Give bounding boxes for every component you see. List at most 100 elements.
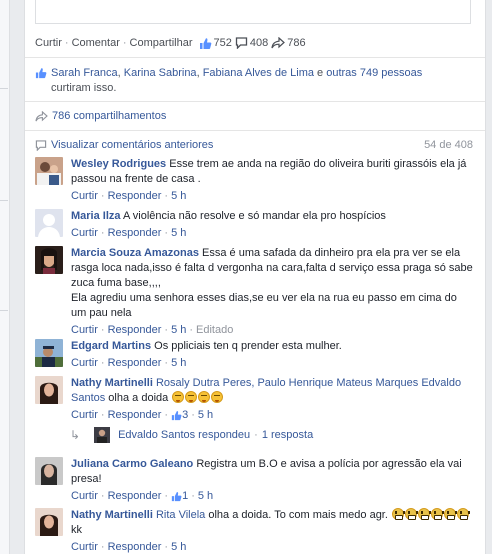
comment-timestamp[interactable]: 5 h: [171, 226, 186, 241]
sidebar-divider: [0, 88, 8, 89]
replies-count-link[interactable]: 1 resposta: [262, 429, 313, 441]
comment-like-count[interactable]: 3: [171, 408, 188, 423]
thumbs-up-icon: [171, 411, 182, 421]
comment-button[interactable]: Comentar: [72, 37, 120, 49]
thumbs-up-icon[interactable]: [199, 37, 212, 50]
comment-like-count[interactable]: 1: [171, 489, 188, 504]
fearful-emoji: [417, 508, 431, 520]
reply-arrow-icon: ↳: [70, 428, 81, 442]
divider: [25, 101, 485, 102]
avatar[interactable]: [35, 339, 63, 367]
sidebar-divider: [0, 200, 8, 201]
fearful-emoji: [443, 508, 457, 520]
comment-timestamp[interactable]: 5 h: [171, 189, 186, 204]
post-content-bottom: [35, 0, 471, 24]
separator-dot: ·: [164, 190, 169, 202]
fearful-emoji: [391, 508, 405, 520]
liker-name[interactable]: Sarah Franca: [51, 67, 118, 79]
speech-bubble-icon[interactable]: [235, 37, 248, 49]
comment: Edgard Martins Os ppliciais ten q prende…: [35, 339, 475, 371]
separator: e: [313, 67, 327, 79]
like-button[interactable]: Curtir: [35, 37, 62, 49]
comment-timestamp[interactable]: 5 h: [198, 408, 213, 423]
share-arrow-icon[interactable]: [271, 37, 286, 49]
laughing-emoji: [185, 391, 198, 403]
fearful-emoji: [456, 508, 470, 520]
comment-count[interactable]: 408: [250, 37, 268, 49]
thumbs-up-icon: [171, 492, 182, 502]
previous-comments-bar: Visualizar comentários anteriores 54 de …: [35, 139, 473, 151]
view-previous-comments-link[interactable]: Visualizar comentários anteriores: [51, 139, 213, 151]
avatar[interactable]: [35, 457, 63, 485]
separator-dot: ·: [164, 541, 169, 553]
comment-reply-button[interactable]: Responder: [108, 356, 162, 371]
share-button[interactable]: Compartilhar: [130, 37, 193, 49]
comment-reply-button[interactable]: Responder: [108, 226, 162, 241]
comment-like-button[interactable]: Curtir: [71, 540, 98, 554]
others-link[interactable]: outras 749 pessoas: [326, 67, 422, 79]
comment-like-number: 1: [182, 490, 189, 502]
comment: Wesley Rodrigues Esse trem ae anda na re…: [35, 157, 475, 204]
comment-reply-button[interactable]: Responder: [108, 489, 162, 504]
share-arrow-icon: [35, 110, 48, 122]
separator-dot: ·: [100, 357, 105, 369]
laughing-emoji: [198, 391, 211, 403]
comment-reply-button[interactable]: Responder: [108, 323, 162, 338]
thumbs-up-icon: [35, 67, 47, 84]
comment-author[interactable]: Wesley Rodrigues: [71, 158, 166, 170]
likes-suffix: curtiram isso.: [51, 82, 117, 94]
avatar[interactable]: [35, 376, 63, 404]
comment-timestamp[interactable]: 5 h: [171, 356, 186, 371]
replies-summary[interactable]: ↳ Edvaldo Santos respondeu · 1 resposta: [70, 427, 313, 443]
comment-author[interactable]: Maria Ilza: [71, 210, 121, 222]
avatar[interactable]: [35, 157, 63, 185]
comment-like-number: 3: [182, 409, 189, 421]
post-action-bar: Curtir · Comentar · Compartilhar 752 408…: [35, 36, 309, 50]
shares-link[interactable]: 786 compartilhamentos: [35, 110, 166, 122]
comment: Marcia Souza Amazonas Essa é uma safada …: [35, 246, 475, 338]
liker-name[interactable]: Karina Sabrina: [124, 67, 197, 79]
comment-reply-button[interactable]: Responder: [108, 189, 162, 204]
comment-timestamp[interactable]: 5 h: [198, 489, 213, 504]
comment-timestamp[interactable]: 5 h: [171, 540, 186, 554]
comment-like-button[interactable]: Curtir: [71, 226, 98, 241]
comment-author[interactable]: Juliana Carmo Galeano: [71, 458, 193, 470]
shares-label[interactable]: 786 compartilhamentos: [52, 110, 166, 122]
avatar[interactable]: [35, 246, 63, 274]
comment-like-button[interactable]: Curtir: [71, 489, 98, 504]
comment-like-button[interactable]: Curtir: [71, 356, 98, 371]
comment-reply-button[interactable]: Responder: [108, 540, 162, 554]
separator-dot: ·: [100, 227, 105, 239]
separator-dot: ·: [189, 324, 194, 336]
fearful-emoji: [430, 508, 444, 520]
comment-author[interactable]: Nathy Martinelli: [71, 509, 153, 521]
comment-like-button[interactable]: Curtir: [71, 189, 98, 204]
comment-author[interactable]: Nathy Martinelli: [71, 377, 153, 389]
avatar[interactable]: [35, 508, 63, 536]
replier-name[interactable]: Edvaldo Santos respondeu: [118, 429, 250, 441]
comment-text: Os ppliciais ten q prender esta mulher.: [154, 340, 342, 352]
comment-text: olha a doida: [105, 392, 172, 404]
divider: [25, 130, 485, 131]
separator-dot: ·: [191, 490, 195, 502]
laughing-emoji: [172, 391, 185, 403]
sidebar-divider: [0, 310, 8, 311]
avatar: [94, 427, 111, 443]
comment-timestamp[interactable]: 5 h: [171, 323, 186, 338]
comment-author[interactable]: Marcia Souza Amazonas: [71, 247, 199, 259]
comment-like-button[interactable]: Curtir: [71, 408, 98, 423]
avatar[interactable]: [35, 209, 63, 237]
comment-like-button[interactable]: Curtir: [71, 323, 98, 338]
comment-reply-button[interactable]: Responder: [108, 408, 162, 423]
separator-dot: ·: [164, 409, 169, 421]
separator-dot: ·: [100, 324, 105, 336]
tagged-users[interactable]: Rita Vilela: [156, 509, 205, 521]
separator-dot: ·: [164, 490, 169, 502]
comment: Nathy Martinelli Rosaly Dutra Peres, Pau…: [35, 376, 475, 423]
separator-dot: ·: [164, 357, 169, 369]
separator-dot: ·: [100, 541, 105, 553]
comment-author[interactable]: Edgard Martins: [71, 340, 151, 352]
share-count[interactable]: 786: [287, 37, 305, 49]
liker-name[interactable]: Fabiana Alves de Lima: [203, 67, 314, 79]
like-count[interactable]: 752: [214, 37, 232, 49]
